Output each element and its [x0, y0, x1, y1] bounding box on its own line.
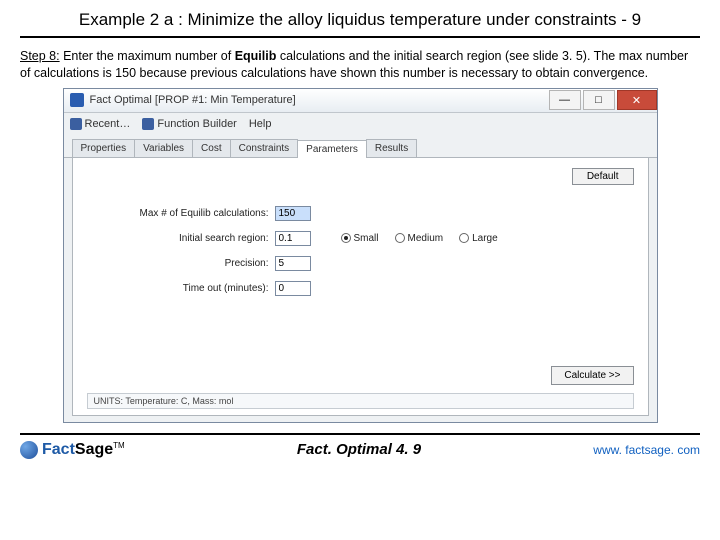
row-precision: Precision: — [87, 256, 634, 271]
app-icon — [70, 93, 84, 107]
default-button[interactable]: Default — [572, 168, 634, 185]
step-label: Step 8: — [20, 49, 60, 63]
logo-fact: Fact — [42, 441, 75, 458]
tab-properties[interactable]: Properties — [72, 139, 136, 157]
input-region[interactable] — [275, 231, 311, 246]
input-precision[interactable] — [275, 256, 311, 271]
minimize-button[interactable]: — — [549, 90, 581, 110]
factsage-logo: FactSageTM — [20, 441, 125, 459]
radio-large-label: Large — [472, 233, 498, 244]
footer-center: Fact. Optimal 4. 9 — [297, 441, 421, 458]
logo-sage: Sage — [75, 441, 113, 458]
logo-tm: TM — [113, 441, 125, 450]
step-bold: Equilib — [235, 49, 277, 63]
menu-function-builder[interactable]: Function Builder — [142, 118, 237, 130]
radio-large[interactable]: Large — [459, 233, 498, 244]
close-button[interactable]: ✕ — [617, 90, 657, 110]
label-region: Initial search region: — [87, 233, 275, 244]
footer-url: www. factsage. com — [593, 443, 700, 457]
label-max-calc: Max # of Equilib calculations: — [87, 208, 275, 219]
statusbar: UNITS: Temperature: C, Mass: mol — [87, 393, 634, 409]
calculate-button[interactable]: Calculate >> — [551, 366, 633, 385]
radio-dot-icon — [341, 233, 351, 243]
footer: FactSageTM Fact. Optimal 4. 9 www. facts… — [0, 435, 720, 459]
tab-cost[interactable]: Cost — [192, 139, 231, 157]
region-radio-group: Small Medium Large — [341, 233, 498, 244]
window-controls: — □ ✕ — [547, 90, 657, 110]
input-timeout[interactable] — [275, 281, 311, 296]
menu-recent-label: Recent… — [85, 118, 131, 130]
default-button-wrap: Default — [572, 168, 634, 185]
form-area: Max # of Equilib calculations: Initial s… — [87, 206, 634, 296]
radio-small-label: Small — [354, 233, 379, 244]
parameters-pane: Default Max # of Equilib calculations: I… — [72, 158, 649, 416]
tab-constraints[interactable]: Constraints — [230, 139, 299, 157]
globe-icon — [20, 441, 38, 459]
menubar: Recent… Function Builder Help — [64, 113, 657, 135]
row-max-calc: Max # of Equilib calculations: — [87, 206, 634, 221]
step-description: Step 8: Enter the maximum number of Equi… — [0, 38, 720, 88]
radio-medium[interactable]: Medium — [395, 233, 444, 244]
radio-dot-icon — [459, 233, 469, 243]
tab-parameters[interactable]: Parameters — [297, 140, 367, 158]
tab-results[interactable]: Results — [366, 139, 417, 157]
row-timeout: Time out (minutes): — [87, 281, 634, 296]
maximize-button[interactable]: □ — [583, 90, 615, 110]
tabstrip: Properties Variables Cost Constraints Pa… — [64, 135, 657, 158]
radio-dot-icon — [395, 233, 405, 243]
titlebar: Fact Optimal [PROP #1: Min Temperature] … — [64, 89, 657, 113]
radio-medium-label: Medium — [408, 233, 444, 244]
app-window: Fact Optimal [PROP #1: Min Temperature] … — [63, 88, 658, 423]
input-max-calc[interactable] — [275, 206, 311, 221]
step-text-1: Enter the maximum number of — [60, 49, 235, 63]
calculate-wrap: Calculate >> — [551, 366, 633, 385]
tab-variables[interactable]: Variables — [134, 139, 193, 157]
label-precision: Precision: — [87, 258, 275, 269]
window-title: Fact Optimal [PROP #1: Min Temperature] — [90, 94, 296, 106]
menu-help-label: Help — [249, 118, 272, 130]
logo-text: FactSageTM — [42, 441, 125, 459]
menu-fb-label: Function Builder — [157, 118, 237, 130]
function-builder-icon — [142, 118, 154, 130]
menu-help[interactable]: Help — [249, 118, 272, 130]
row-region: Initial search region: Small Medium Larg… — [87, 231, 634, 246]
menu-recent[interactable]: Recent… — [70, 118, 131, 130]
label-timeout: Time out (minutes): — [87, 283, 275, 294]
slide-title: Example 2 a : Minimize the alloy liquidu… — [20, 0, 700, 38]
recent-icon — [70, 118, 82, 130]
radio-small[interactable]: Small — [341, 233, 379, 244]
